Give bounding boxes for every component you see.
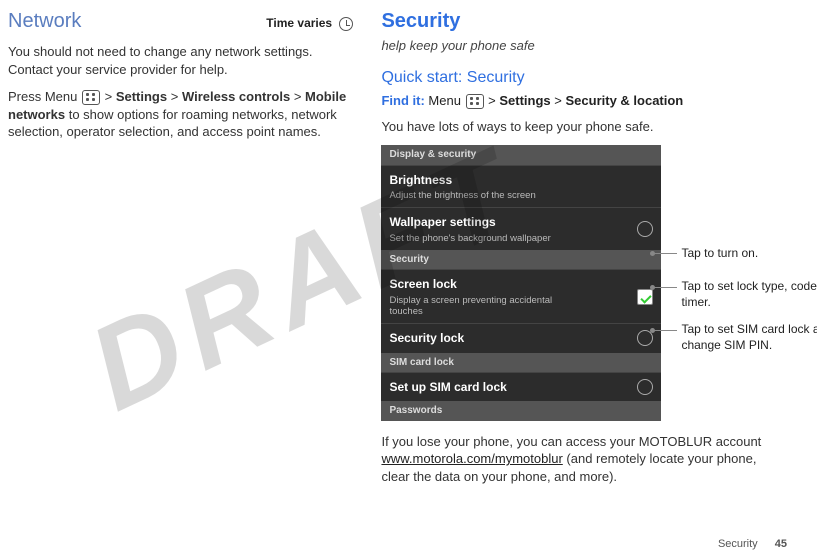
- phone-widget: Display & security Brightness Adjust the…: [381, 145, 661, 421]
- nav-settings: Settings: [116, 89, 167, 104]
- ph-header-security: Security: [381, 250, 661, 270]
- callout-2: Tap to set lock type, code, and timer.: [681, 279, 817, 310]
- footer-section: Security: [718, 538, 758, 550]
- network-para-1: You should not need to change any networ…: [8, 43, 353, 78]
- ph-header-display: Display & security: [381, 145, 661, 165]
- security-heading: Security: [381, 8, 787, 35]
- time-badge-text: Time varies: [266, 16, 332, 30]
- ph-sub-brightness: Adjust the brightness of the screen: [389, 190, 535, 201]
- ph-item-brightness[interactable]: Brightness Adjust the brightness of the …: [381, 165, 661, 208]
- find-it-menu-text: Menu: [428, 93, 464, 108]
- left-column: Network Time varies You should not need …: [8, 8, 353, 528]
- security-outro: If you lose your phone, you can access y…: [381, 433, 787, 486]
- phone-widget-wrap: Display & security Brightness Adjust the…: [381, 145, 787, 421]
- clock-icon: [339, 17, 353, 31]
- nav-security-location: Security & location: [566, 93, 684, 108]
- footer-page: 45: [775, 538, 787, 550]
- ph-title-screenlock: Screen lock: [389, 276, 569, 292]
- outro-pre: If you lose your phone, you can access y…: [381, 434, 761, 449]
- chevron-icon: [637, 221, 653, 237]
- callout-line-3: [651, 330, 677, 331]
- radio-icon[interactable]: [637, 379, 653, 395]
- checkbox-checked-icon[interactable]: [637, 289, 653, 305]
- network-heading: Network: [8, 8, 81, 35]
- ph-header-simlock: SIM card lock: [381, 353, 661, 373]
- callout-1: Tap to turn on.: [681, 246, 817, 262]
- network-para-2: Press Menu > Settings > Wireless control…: [8, 88, 353, 141]
- nav-wireless: Wireless controls: [182, 89, 290, 104]
- callout-3: Tap to set SIM card lock and change SIM …: [681, 322, 817, 353]
- menu-grid-icon: [82, 90, 100, 105]
- callout-line-2: [651, 287, 677, 288]
- ph-item-simlock[interactable]: Set up SIM card lock: [381, 372, 661, 401]
- security-tagline: help keep your phone safe: [381, 37, 787, 55]
- ph-item-wallpaper[interactable]: Wallpaper settings Set the phone's backg…: [381, 207, 661, 250]
- quickstart-heading: Quick start: Security: [381, 67, 787, 89]
- menu-grid-icon: [466, 94, 484, 109]
- ph-item-securitylock[interactable]: Security lock: [381, 323, 661, 352]
- ph-item-screenlock[interactable]: Screen lock Display a screen preventing …: [381, 269, 661, 323]
- find-it-line: Find it: Menu > Settings > Security & lo…: [381, 92, 787, 110]
- press-menu-text: Press Menu: [8, 89, 81, 104]
- callout-line-1: [651, 253, 677, 254]
- time-badge: Time varies: [266, 15, 353, 31]
- security-intro: You have lots of ways to keep your phone…: [381, 118, 787, 136]
- ph-sub-screenlock: Display a screen preventing accidental t…: [389, 295, 569, 318]
- ph-title-brightness: Brightness: [389, 172, 535, 188]
- ph-header-passwords: Passwords: [381, 401, 661, 421]
- find-it-label: Find it:: [381, 93, 424, 108]
- ph-sub-wallpaper: Set the phone's background wallpaper: [389, 233, 550, 244]
- ph-title-wallpaper: Wallpaper settings: [389, 214, 550, 230]
- ph-title-simlock: Set up SIM card lock: [389, 379, 506, 395]
- nav-settings-2: Settings: [499, 93, 550, 108]
- right-column: Security help keep your phone safe Quick…: [381, 8, 787, 528]
- ph-title-securitylock: Security lock: [389, 330, 464, 346]
- page-footer: Security 45: [718, 537, 787, 552]
- motoblur-link[interactable]: www.motorola.com/mymotoblur: [381, 451, 562, 466]
